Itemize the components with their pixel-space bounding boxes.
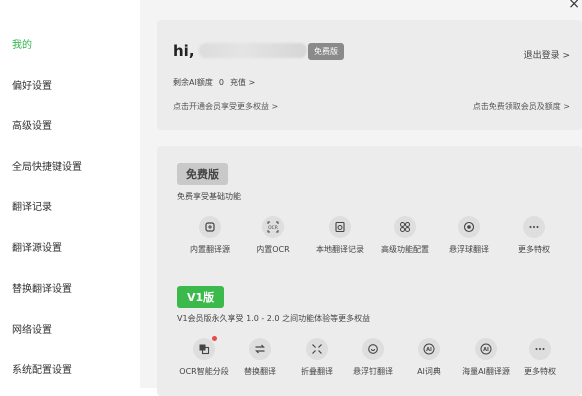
feature-floating-ball[interactable]: 悬浮球翻译 <box>438 216 500 255</box>
feature-ai-dictionary[interactable]: AI AI词典 <box>398 338 460 377</box>
feature-local-history[interactable]: 本地翻译记录 <box>309 216 371 255</box>
fold-translate-icon <box>306 338 328 360</box>
upgrade-link[interactable]: 点击开通会员享受更多权益 > <box>173 101 278 112</box>
ocr-segment-icon <box>193 336 217 360</box>
free-member-link[interactable]: 点击免费领取会员及额度 > <box>473 101 570 112</box>
plan-badge: 免费版 <box>308 43 344 60</box>
logout-link[interactable]: 退出登录 > <box>524 48 570 61</box>
greeting: hi, <box>173 42 195 60</box>
tiers-card: 免费版 免费享受基础功能 内置翻译源 OCR 内置OCR 本地翻译记录 高级功能… <box>157 146 582 396</box>
more-icon <box>523 216 545 238</box>
recharge-link[interactable]: 充值 > <box>230 78 255 87</box>
feature-ocr[interactable]: OCR 内置OCR <box>242 216 304 255</box>
v1-tier-desc: V1会员版永久享受 1.0 - 2.0 之间功能体验等更多权益 <box>177 314 371 323</box>
local-history-icon <box>329 216 351 238</box>
username-redacted <box>199 43 307 58</box>
sidebar-item-history[interactable]: 翻译记录 <box>12 198 52 213</box>
feature-ai-sources[interactable]: AI 海量AI翻译源 <box>455 338 517 377</box>
feature-label: 悬浮钉翻译 <box>353 367 393 376</box>
feature-label: 更多特权 <box>518 245 550 254</box>
feature-more-v1[interactable]: 更多特权 <box>509 338 571 377</box>
ai-dictionary-icon: AI <box>418 338 440 360</box>
feature-replace-translate[interactable]: 替换翻译 <box>229 338 291 377</box>
feature-more[interactable]: 更多特权 <box>503 216 565 255</box>
feature-fold-translate[interactable]: 折叠翻译 <box>286 338 348 377</box>
svg-text:AI: AI <box>426 347 432 353</box>
feature-label: AI词典 <box>417 367 441 376</box>
quota-label: 剩余AI额度 <box>173 78 213 87</box>
feature-ocr-segment[interactable]: OCR智能分段 <box>173 336 235 377</box>
feature-label: 内置OCR <box>256 245 290 254</box>
v1-tier-title: V1版 <box>177 286 225 308</box>
feature-label: 高级功能配置 <box>381 245 429 254</box>
ai-sources-icon: AI <box>475 338 497 360</box>
quota-value: 0 <box>218 78 224 87</box>
feature-label: 内置翻译源 <box>190 245 230 254</box>
advanced-config-icon <box>394 216 416 238</box>
new-dot <box>212 336 217 341</box>
feature-advanced-config[interactable]: 高级功能配置 <box>374 216 436 255</box>
translate-source-icon <box>199 216 221 238</box>
sidebar-item-hotkeys[interactable]: 全局快捷键设置 <box>12 158 82 173</box>
sidebar-item-network[interactable]: 网络设置 <box>12 321 52 336</box>
feature-label: 悬浮球翻译 <box>449 245 489 254</box>
free-tier-title: 免费版 <box>177 163 228 185</box>
feature-label: 本地翻译记录 <box>316 245 364 254</box>
feature-translate-source[interactable]: 内置翻译源 <box>179 216 241 255</box>
sidebar-item-sources[interactable]: 翻译源设置 <box>12 239 62 254</box>
sidebar-item-system[interactable]: 系统配置设置 <box>12 361 72 376</box>
sidebar-item-replace[interactable]: 替换翻译设置 <box>12 280 72 295</box>
free-tier-desc: 免费享受基础功能 <box>177 192 241 201</box>
sidebar: 我的 偏好设置 高级设置 全局快捷键设置 翻译记录 翻译源设置 替换翻译设置 网… <box>0 0 140 388</box>
more-icon <box>529 338 551 360</box>
feature-label: OCR智能分段 <box>179 367 229 376</box>
feature-label: 更多特权 <box>524 367 556 376</box>
quota-row: 剩余AI额度 0 充值 > <box>173 77 255 88</box>
feature-pin-translate[interactable]: 悬浮钉翻译 <box>342 338 404 377</box>
svg-text:OCR: OCR <box>268 225 278 231</box>
ocr-icon: OCR <box>262 216 284 238</box>
pin-translate-icon <box>362 338 384 360</box>
sidebar-item-mine[interactable]: 我的 <box>12 36 32 51</box>
feature-label: 替换翻译 <box>244 367 276 376</box>
floating-ball-icon <box>458 216 480 238</box>
replace-translate-icon <box>249 338 271 360</box>
sidebar-item-advanced[interactable]: 高级设置 <box>12 117 52 132</box>
close-icon[interactable]: × <box>568 0 580 12</box>
account-card: hi, 免费版 退出登录 > 剩余AI额度 0 充值 > 点击开通会员享受更多权益 … <box>157 20 582 130</box>
sidebar-item-preferences[interactable]: 偏好设置 <box>12 77 52 92</box>
feature-label: 海量AI翻译源 <box>462 367 510 376</box>
feature-label: 折叠翻译 <box>301 367 333 376</box>
svg-text:AI: AI <box>483 347 489 353</box>
